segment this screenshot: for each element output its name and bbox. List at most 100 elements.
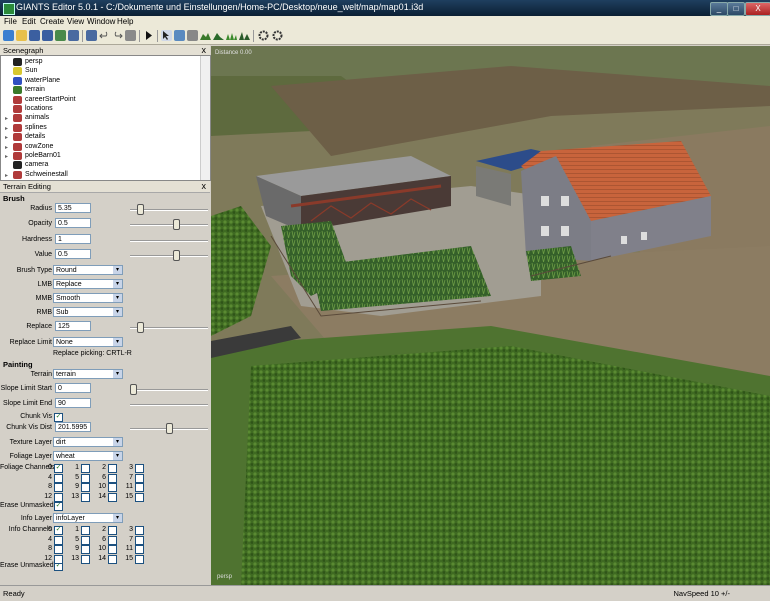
foliage-channel-checkbox[interactable] [81,473,90,483]
scenegraph-close-button[interactable]: x [202,45,207,55]
close-button[interactable]: X [745,2,770,16]
foliage-channel-checkbox[interactable] [108,473,117,483]
hardness-slider[interactable] [130,240,208,242]
foliage-channel-checkbox[interactable] [81,483,90,492]
info-channel-checkbox[interactable] [54,554,63,564]
grass-icon[interactable] [239,30,250,41]
expand-arrow-icon[interactable]: ▸ [5,172,8,179]
foliage-channel-checkbox[interactable] [54,492,63,502]
scenegraph-tree[interactable]: persp Sun waterPlane terrain careerStartPoin… [0,55,211,181]
radius-slider[interactable] [130,204,208,215]
chunk-vis-dist-slider[interactable] [130,423,208,434]
value-slider-knob[interactable] [172,250,180,261]
terrain-paint-icon[interactable] [213,30,224,41]
info-channel-checkbox[interactable] [135,554,144,564]
expand-arrow-icon[interactable]: ▸ [5,134,8,141]
export-icon[interactable] [68,30,79,41]
info-channel-checkbox[interactable] [108,554,117,564]
slope-limit-end-slider[interactable] [130,404,208,406]
replace-limit-select[interactable]: None ▾ [53,337,123,347]
menu-create[interactable]: Create [40,17,64,26]
minimize-button[interactable]: _ [710,2,728,16]
save-icon[interactable] [29,30,40,41]
info-channel-checkbox[interactable] [108,526,117,535]
foliage-channel-checkbox[interactable] [54,473,63,483]
chunk-vis-checkbox[interactable]: ✓ [54,413,63,422]
move-icon[interactable] [174,30,185,41]
foliage-channel-checkbox[interactable] [54,483,63,492]
foliage-channel-checkbox[interactable] [81,492,90,502]
info-channel-checkbox[interactable] [81,526,90,535]
foliage-channel-checkbox[interactable] [135,473,144,483]
info-channel-checkbox[interactable] [135,545,144,554]
camera-settings-icon[interactable] [272,30,283,41]
magnet-icon[interactable] [187,30,198,41]
open-icon[interactable] [16,30,27,41]
play-icon[interactable] [143,30,154,41]
value-field[interactable]: 0.5 [55,249,91,259]
expand-arrow-icon[interactable]: ▸ [5,125,8,132]
brush-type-select[interactable]: Round ▾ [53,265,123,275]
radius-field[interactable]: 5.35 [55,203,91,213]
menu-file[interactable]: File [4,17,17,26]
rmb-select[interactable]: Sub ▾ [53,307,123,317]
foliage-channel-checkbox[interactable] [81,464,90,473]
slope-limit-start-slider[interactable] [130,384,208,395]
new-icon[interactable] [3,30,14,41]
foliage-channel-checkbox[interactable]: ✓ [54,464,63,473]
opacity-slider-knob[interactable] [172,219,180,230]
opacity-slider[interactable] [130,219,208,230]
save-as-icon[interactable] [42,30,53,41]
foliage-channel-checkbox[interactable] [108,483,117,492]
info-channel-checkbox[interactable] [108,535,117,545]
info-channel-checkbox[interactable] [135,535,144,545]
texture-layer-select[interactable]: dirt ▾ [53,437,123,447]
maximize-button[interactable]: □ [727,2,745,16]
delete-icon[interactable] [125,30,136,41]
undo-icon[interactable] [99,30,110,41]
info-channel-checkbox[interactable]: ✓ [54,526,63,535]
info-channel-checkbox[interactable] [135,526,144,535]
foliage-channel-checkbox[interactable] [135,483,144,492]
expand-arrow-icon[interactable]: ▸ [5,115,8,122]
foliage-layer-select[interactable]: wheat ▾ [53,451,123,461]
erase-unmasked-checkbox[interactable]: ✓ [54,502,63,511]
chunk-vis-dist-field[interactable]: 201.5995 [55,422,91,432]
info-layer-select[interactable]: infoLayer ▾ [53,513,123,523]
mmb-select[interactable]: Smooth ▾ [53,293,123,303]
info-channel-checkbox[interactable] [54,535,63,545]
lmb-select[interactable]: Replace ▾ [53,279,123,289]
terrain-select[interactable]: terrain ▾ [53,369,123,379]
scenegraph-scrollbar[interactable] [200,56,210,180]
info-channel-checkbox[interactable] [108,545,117,554]
foliage-channel-checkbox[interactable] [108,492,117,502]
terrain-editing-close-button[interactable]: x [202,181,207,191]
3d-viewport[interactable]: Distance 0.00 persp [211,46,770,585]
expand-arrow-icon[interactable]: ▸ [5,153,8,160]
settings-icon[interactable] [258,30,269,41]
terrain-sculpt-icon[interactable] [200,30,211,41]
chunk-vis-dist-slider-knob[interactable] [165,423,173,434]
slope-limit-end-field[interactable]: 90 [55,398,91,408]
import-icon[interactable] [55,30,66,41]
replace-slider-knob[interactable] [137,322,145,333]
menu-view[interactable]: View [67,17,84,26]
info-channel-checkbox[interactable] [81,535,90,545]
expand-arrow-icon[interactable]: ▸ [5,144,8,151]
value-slider[interactable] [130,250,208,261]
replace-slider[interactable] [130,322,208,333]
radius-slider-knob[interactable] [137,204,145,215]
slope-start-slider-knob[interactable] [130,384,137,395]
info-channel-checkbox[interactable] [81,545,90,554]
info-channel-checkbox[interactable] [81,554,90,564]
info-channel-checkbox[interactable] [54,545,63,554]
foliage-paint-icon[interactable] [226,30,237,41]
foliage-channel-checkbox[interactable] [135,492,144,502]
menu-edit[interactable]: Edit [22,17,36,26]
menu-help[interactable]: Help [117,17,133,26]
copy-icon[interactable] [86,30,97,41]
opacity-field[interactable]: 0.5 [55,218,91,228]
select-icon[interactable] [161,30,172,41]
foliage-channel-checkbox[interactable] [135,464,144,473]
menu-window[interactable]: Window [87,17,115,26]
